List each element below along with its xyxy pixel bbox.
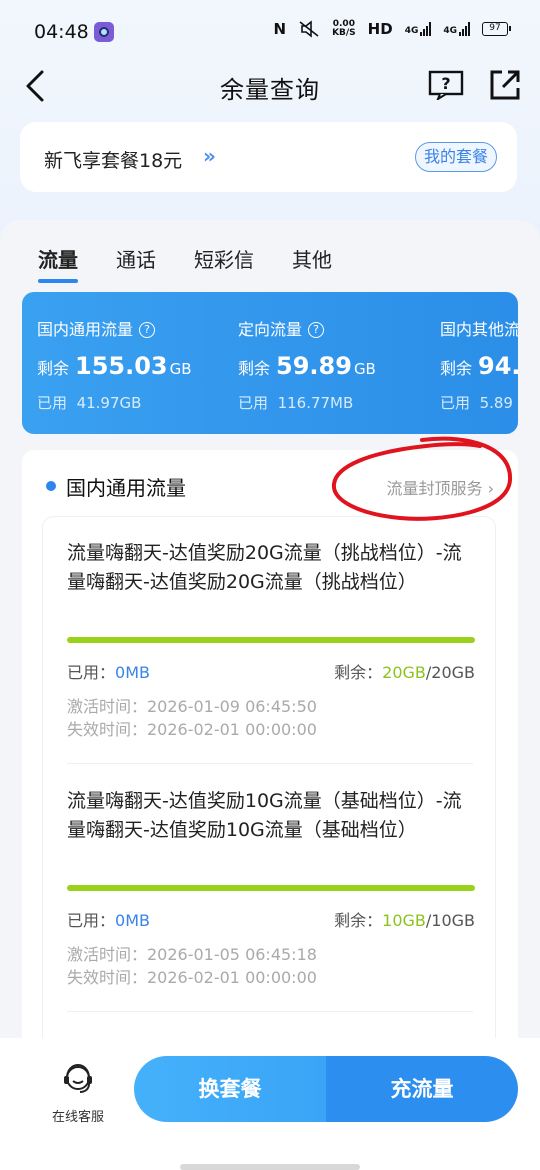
section-dot-icon: [46, 481, 56, 491]
help-icon[interactable]: ?: [428, 70, 464, 100]
used-label: 已用: [37, 394, 68, 412]
expire-time: 失效时间：2026-02-01 00:00:00: [67, 720, 317, 739]
customer-service-button[interactable]: 在线客服: [44, 1058, 112, 1125]
red-circle-annotation: [331, 436, 513, 521]
remain-progress-bar: [67, 637, 475, 643]
divider: [67, 1011, 473, 1012]
flow-title-text: 国内通用流量: [37, 320, 134, 339]
remain-total: /20GB: [425, 663, 475, 682]
remain-total: /10GB: [425, 911, 475, 930]
activate-time: 激活时间：2026-01-05 06:45:18: [67, 945, 317, 964]
recharge-flow-button[interactable]: 充流量: [326, 1056, 518, 1122]
item-used: 已用：0MB: [67, 907, 150, 931]
signal-bars-1-icon: [420, 22, 432, 36]
divider: [67, 763, 473, 764]
app-header: 余量查询 ?: [0, 60, 540, 110]
status-icons: N 0.00 KB/S HD 4G 4G 97: [273, 20, 511, 38]
used-label: 已用: [238, 394, 269, 412]
used-value: 0MB: [115, 911, 150, 930]
bottom-action-bar: 在线客服 换套餐 充流量: [0, 1038, 540, 1170]
flow-remain: 剩余 94.1: [440, 352, 518, 380]
flow-used: 已用 5.89: [440, 392, 513, 413]
package-card[interactable]: 新飞享套餐18元 » 我的套餐: [20, 122, 517, 192]
remain-unit: GB: [169, 360, 192, 378]
nfc-icon: N: [273, 20, 287, 38]
flow-title: 定向流量?: [238, 316, 325, 340]
remain-label: 剩余: [37, 359, 70, 378]
item-remain: 剩余：20GB/20GB: [334, 659, 475, 683]
my-package-button[interactable]: 我的套餐: [414, 142, 497, 172]
item-name: 流量嗨翻天-达值奖励10G流量（基础档位）-流量嗨翻天-达值奖励10G流量（基础…: [67, 790, 462, 841]
question-circle-icon[interactable]: ?: [139, 322, 156, 338]
speed-unit: KB/S: [332, 28, 356, 38]
remain-value: 59.89: [276, 352, 352, 380]
tab-other[interactable]: 其他: [292, 244, 332, 283]
remain-value: 20GB: [382, 663, 426, 682]
package-name: 新飞享套餐18元: [44, 150, 183, 172]
network-speed: 0.00 KB/S: [332, 20, 356, 38]
signal-1: 4G: [405, 22, 432, 36]
remain-value: 10GB: [382, 911, 426, 930]
share-icon[interactable]: [488, 68, 522, 102]
flow-title-text: 国内其他流: [440, 320, 518, 339]
flow-summary-card[interactable]: 国内通用流量? 剩余 155.03 GB 已用 41.97GB 定向流量? 剩余 59…: [22, 292, 518, 434]
app-notification-icon: [94, 22, 114, 42]
remain-label: 剩余：: [334, 663, 383, 682]
tab-calls[interactable]: 通话: [116, 244, 156, 283]
item-used: 已用：0MB: [67, 659, 150, 683]
remain-value: 155.03: [75, 352, 168, 380]
flow-used: 已用 116.77MB: [238, 392, 353, 413]
used-value: 0MB: [115, 663, 150, 682]
used-label: 已用：: [67, 663, 116, 682]
status-bar: 04:48 N 0.00 KB/S HD 4G 4G 97: [0, 0, 540, 64]
home-indicator[interactable]: [180, 1164, 360, 1170]
remain-unit: GB: [353, 360, 376, 378]
flow-remain: 剩余 155.03 GB: [37, 352, 192, 380]
used-value: 5.89: [479, 394, 513, 412]
question-circle-icon[interactable]: ?: [308, 322, 325, 338]
item-dates: 激活时间：2026-01-05 06:45:18 失效时间：2026-02-01…: [67, 943, 317, 989]
item-remain: 剩余：10GB/10GB: [334, 907, 475, 931]
item-name: 流量嗨翻天-达值奖励20G流量（挑战档位）-流量嗨翻天-达值奖励20G流量（挑战…: [67, 542, 462, 593]
flow-remain: 剩余 59.89 GB: [238, 352, 376, 380]
used-value: 41.97GB: [76, 394, 142, 412]
headset-icon: [64, 1063, 92, 1093]
remain-label: 剩余: [238, 359, 271, 378]
flow-used: 已用 41.97GB: [37, 392, 141, 413]
remain-progress-bar: [67, 885, 475, 891]
tab-messages[interactable]: 短彩信: [194, 244, 254, 283]
hd-icon: HD: [367, 20, 393, 38]
used-label: 已用: [440, 394, 471, 412]
signal-2: 4G: [443, 22, 470, 36]
signal-bars-2-icon: [459, 22, 470, 36]
used-label: 已用：: [67, 911, 116, 930]
svg-text:?: ?: [441, 74, 450, 93]
expire-time: 失效时间：2026-02-01 00:00:00: [67, 968, 317, 987]
action-button-group: 换套餐 充流量: [134, 1056, 518, 1122]
status-time: 04:48: [34, 21, 89, 43]
remain-label: 剩余：: [334, 911, 383, 930]
customer-service-label: 在线客服: [51, 1110, 104, 1125]
battery-icon: 97: [482, 22, 511, 36]
tab-data[interactable]: 流量: [38, 244, 78, 283]
net-type-2: 4G: [443, 26, 457, 36]
flow-title: 国内通用流量?: [37, 316, 156, 340]
net-type-1: 4G: [404, 26, 419, 36]
mute-icon: [299, 20, 319, 38]
flow-title-text: 定向流量: [238, 320, 303, 339]
category-tabs: 流量 通话 短彩信 其他: [38, 244, 332, 283]
remain-value: 94.1: [478, 352, 518, 380]
flow-title: 国内其他流: [440, 316, 518, 340]
double-chevron-right-icon[interactable]: »: [203, 144, 216, 168]
section-title: 国内通用流量: [66, 476, 186, 500]
item-dates: 激活时间：2026-01-09 06:45:50 失效时间：2026-02-01…: [67, 695, 317, 741]
change-plan-button[interactable]: 换套餐: [134, 1056, 326, 1122]
used-value: 116.77MB: [277, 394, 354, 412]
remain-label: 剩余: [440, 359, 473, 378]
activate-time: 激活时间：2026-01-09 06:45:50: [67, 697, 317, 716]
